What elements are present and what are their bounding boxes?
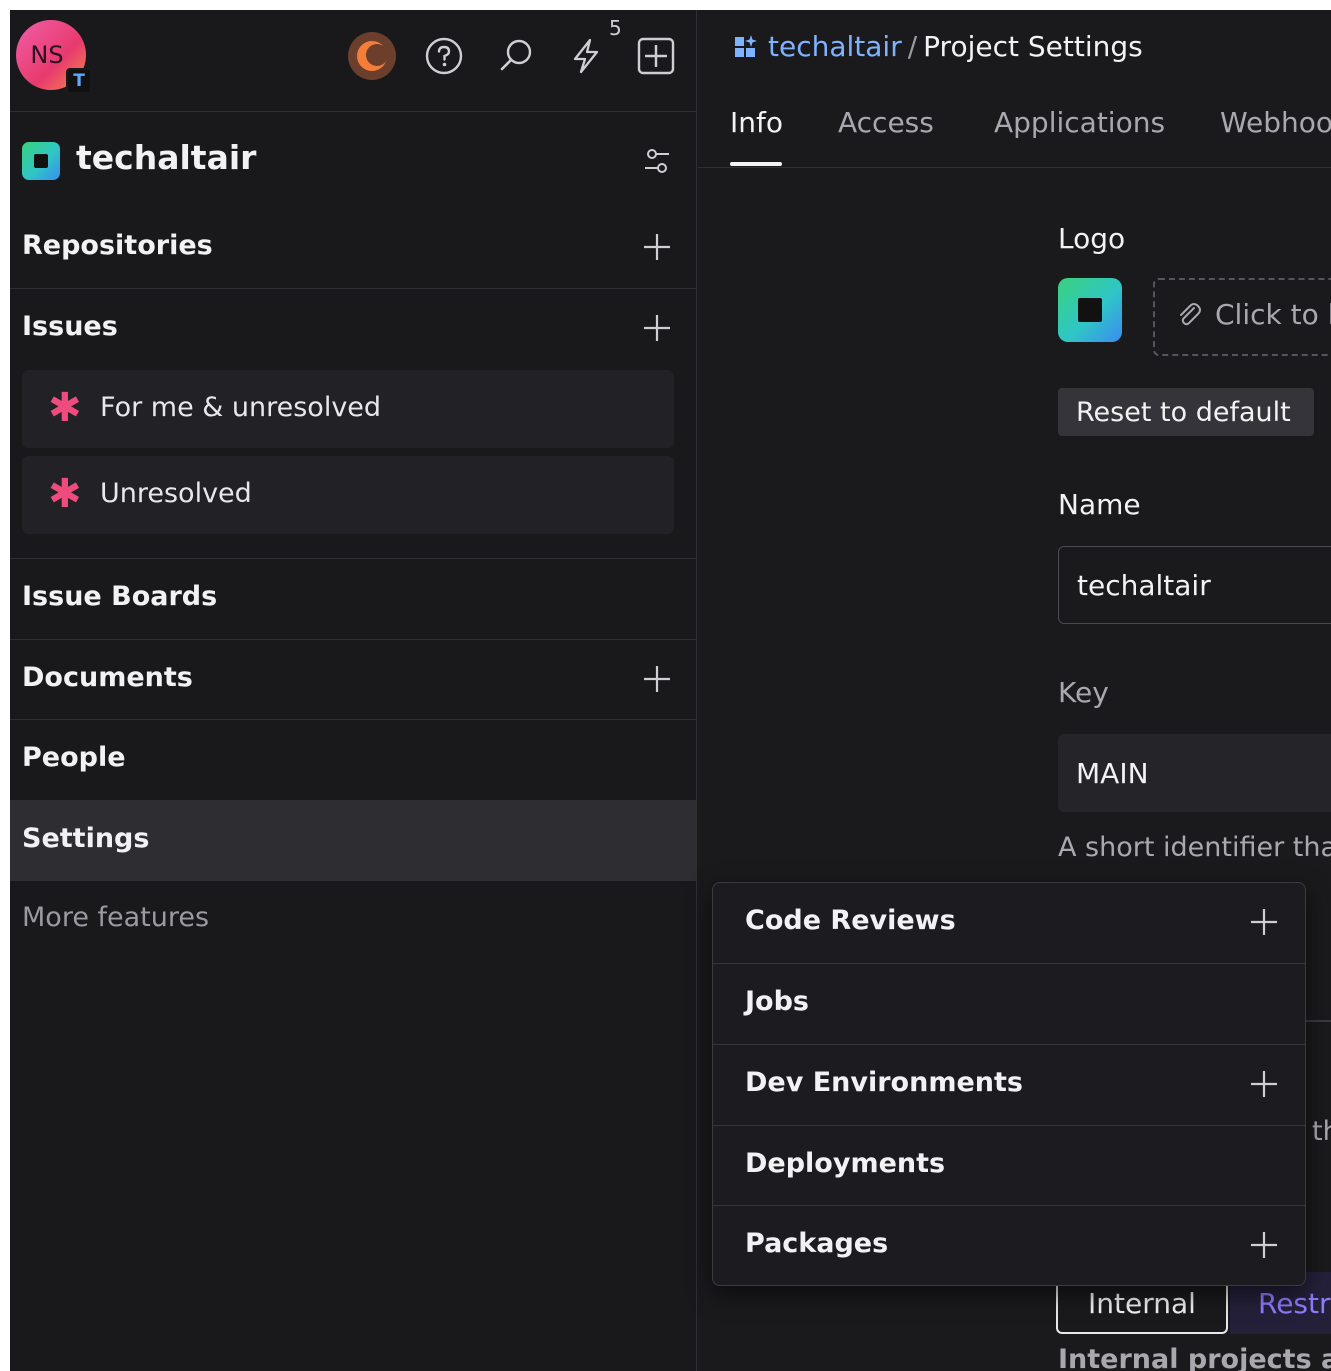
menu-item-label: Packages [745,1228,889,1259]
plus-square-icon [637,37,675,75]
help-icon [425,37,463,75]
logo-upload-area[interactable]: Click to l [1153,278,1331,356]
notification-count: 5 [609,16,622,40]
theme-toggle-button[interactable] [348,32,396,80]
add-issue-plus-icon[interactable] [640,311,674,345]
breadcrumb-separator: / [907,30,918,63]
add-dev-environment-plus-icon[interactable] [1247,1067,1281,1101]
help-button[interactable] [420,32,468,80]
active-tab-indicator [730,162,782,166]
issue-filter-label: Unresolved [100,478,252,509]
logo-preview [1058,278,1122,342]
moon-icon [357,41,388,71]
tab-applications[interactable]: Applications [994,106,1165,139]
key-input: MAIN [1058,734,1331,812]
logo-label: Logo [1058,222,1126,255]
issue-filter-label: For me & unresolved [100,392,382,423]
sidebar-item-label: Settings [22,823,150,854]
add-document-plus-icon[interactable] [640,662,674,696]
sidebar-item-label: Issue Boards [22,581,218,612]
sidebar: NS T 5 techaltair Repositories Issues ✱ … [10,10,697,1371]
tab-info[interactable]: Info [730,106,783,139]
org-badge: T [66,68,92,94]
project-name: techaltair [76,138,257,177]
notifications-button[interactable] [562,32,610,80]
menu-item-jobs[interactable]: Jobs [713,963,1305,1044]
tab-access[interactable]: Access [838,106,934,139]
project-header[interactable]: techaltair [10,112,697,208]
menu-item-code-reviews[interactable]: Code Reviews [713,883,1305,964]
divider [10,880,697,882]
page-title: Project Settings [923,30,1143,63]
visibility-description: Internal projects are [1058,1344,1331,1371]
search-icon [500,39,532,71]
reset-to-default-button[interactable]: Reset to default [1058,388,1314,436]
top-bar: NS T 5 [10,10,697,112]
add-package-plus-icon[interactable] [1247,1228,1281,1262]
upload-text: Click to l [1215,298,1331,331]
search-button[interactable] [492,32,540,80]
sliders-icon[interactable] [642,146,672,176]
more-features-menu: Code Reviews Jobs Dev Environments Deplo… [712,882,1306,1286]
key-helper-text: A short identifier that [1058,832,1331,863]
issue-filter-for-me-unresolved[interactable]: ✱ For me & unresolved [22,370,674,448]
project-grid-icon [735,35,757,57]
more-features-link[interactable]: More features [22,902,209,933]
asterisk-icon: ✱ [48,385,82,431]
sidebar-item-label: Documents [22,662,193,693]
settings-tabs: Info Access Applications Webhoo [698,98,1331,168]
menu-item-label: Code Reviews [745,905,956,936]
avatar-initials: NS [30,41,64,69]
sidebar-item-label: People [22,742,126,773]
menu-item-label: Jobs [745,986,809,1017]
breadcrumb: techaltair / Project Settings [734,30,1143,63]
sidebar-item-repositories[interactable]: Repositories [10,208,697,288]
add-code-review-plus-icon[interactable] [1247,905,1281,939]
sidebar-item-label: Repositories [22,230,213,261]
menu-item-dev-environments[interactable]: Dev Environments [713,1044,1305,1125]
menu-item-deployments[interactable]: Deployments [713,1125,1305,1206]
menu-item-label: Deployments [745,1148,946,1179]
paperclip-icon [1180,303,1201,326]
name-label: Name [1058,488,1141,521]
create-new-button[interactable] [632,32,680,80]
tab-webhooks[interactable]: Webhoo [1220,106,1331,139]
breadcrumb-project-link[interactable]: techaltair [768,30,902,63]
sidebar-item-issue-boards[interactable]: Issue Boards [10,558,697,638]
add-repository-plus-icon[interactable] [640,230,674,264]
name-input[interactable]: techaltair [1058,546,1331,624]
app-window: NS T 5 techaltair Repositories Issues ✱ … [10,10,1331,1371]
sidebar-item-settings[interactable]: Settings [10,800,697,880]
sidebar-item-people[interactable]: People [10,719,697,799]
lightning-icon [573,38,599,74]
project-logo [22,142,60,180]
key-label: Key [1058,676,1109,709]
sidebar-section-issues: Issues ✱ For me & unresolved ✱ Unresolve… [10,288,697,558]
sidebar-item-documents[interactable]: Documents [10,639,697,719]
partial-text: th [1312,1116,1331,1147]
sidebar-item-label[interactable]: Issues [22,311,118,342]
menu-item-packages[interactable]: Packages [713,1205,1305,1286]
issue-filter-unresolved[interactable]: ✱ Unresolved [22,456,674,534]
asterisk-icon: ✱ [48,471,82,517]
menu-item-label: Dev Environments [745,1067,1023,1098]
